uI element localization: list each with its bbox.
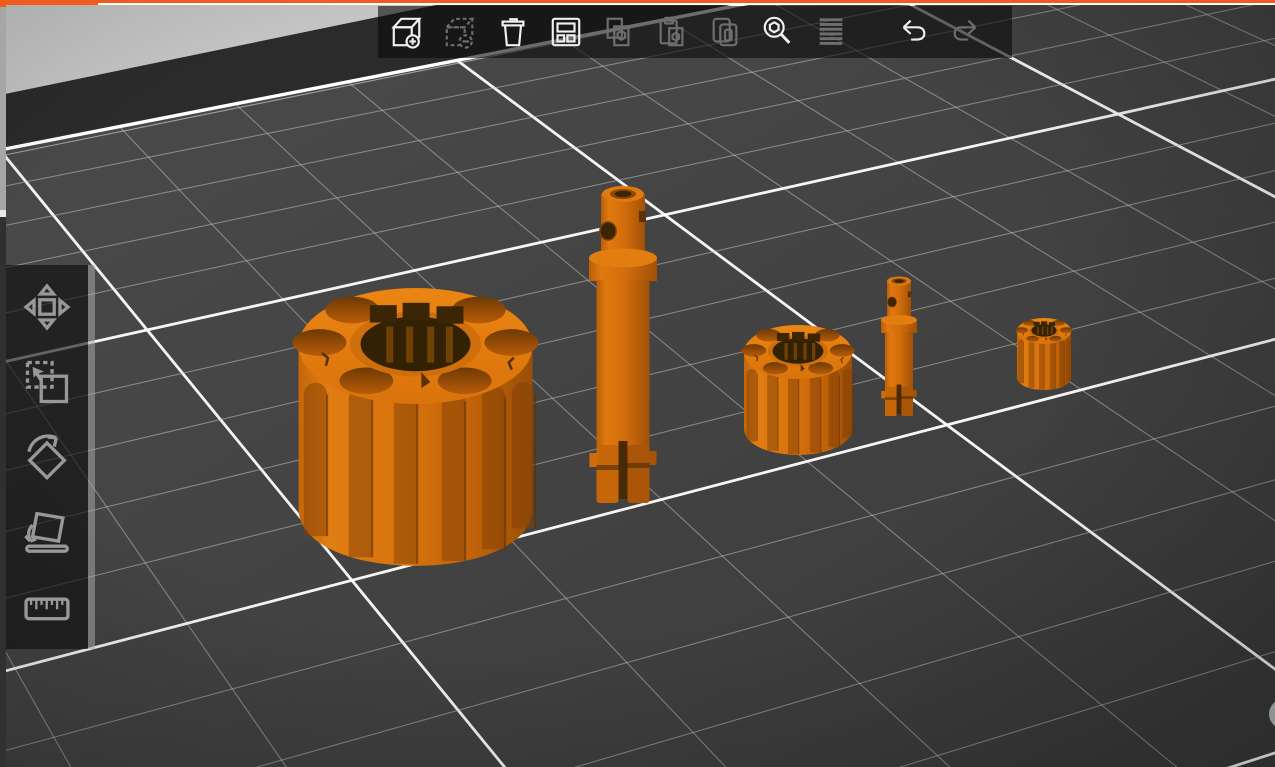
rotate-diamond-icon — [21, 430, 73, 482]
toolbar-button-add-object[interactable] — [382, 9, 432, 55]
toolbar-button-move-tool[interactable] — [14, 275, 80, 339]
undo-arrow-icon — [896, 15, 930, 49]
trash-icon — [496, 15, 530, 49]
cube-minus-icon — [443, 15, 477, 49]
viewport-vignette — [0, 0, 1275, 767]
toolbar-button-remove-object[interactable] — [435, 9, 485, 55]
redo-arrow-icon — [949, 15, 983, 49]
ruler-icon — [21, 579, 73, 631]
layer-bars-icon — [814, 15, 848, 49]
window-top-accent-line — [98, 0, 1275, 3]
paste-icon — [655, 15, 689, 49]
window-corner-chip — [0, 0, 6, 7]
app-window — [0, 0, 1275, 767]
toolbar-button-search[interactable] — [753, 9, 803, 55]
place-on-face-icon — [21, 505, 73, 557]
toolbar-button-delete-all[interactable] — [488, 9, 538, 55]
left-toolbar — [6, 265, 88, 649]
toolbar-button-variable-layer-height[interactable] — [806, 9, 856, 55]
arrange-icon — [549, 15, 583, 49]
instances-icon — [708, 15, 742, 49]
top-toolbar — [378, 6, 1012, 58]
toolbar-button-scale-tool[interactable] — [14, 350, 80, 414]
left-toolbar-edge-highlight — [88, 265, 95, 649]
toolbar-button-place-on-face-tool[interactable] — [14, 499, 80, 563]
viewport-3d[interactable] — [0, 0, 1275, 767]
move-arrows-icon — [21, 281, 73, 333]
toolbar-button-redo[interactable] — [941, 9, 991, 55]
toolbar-button-undo[interactable] — [888, 9, 938, 55]
copy-icon — [602, 15, 636, 49]
search-icon — [761, 15, 795, 49]
toolbar-button-arrange[interactable] — [541, 9, 591, 55]
toolbar-button-measure-tool[interactable] — [14, 573, 80, 637]
toolbar-button-add-instance[interactable] — [700, 9, 750, 55]
toolbar-button-paste[interactable] — [647, 9, 697, 55]
toolbar-button-rotate-tool[interactable] — [14, 424, 80, 488]
cube-plus-icon — [390, 15, 424, 49]
toolbar-button-copy[interactable] — [594, 9, 644, 55]
window-top-accent-bar — [6, 0, 98, 5]
scale-select-icon — [21, 356, 73, 408]
